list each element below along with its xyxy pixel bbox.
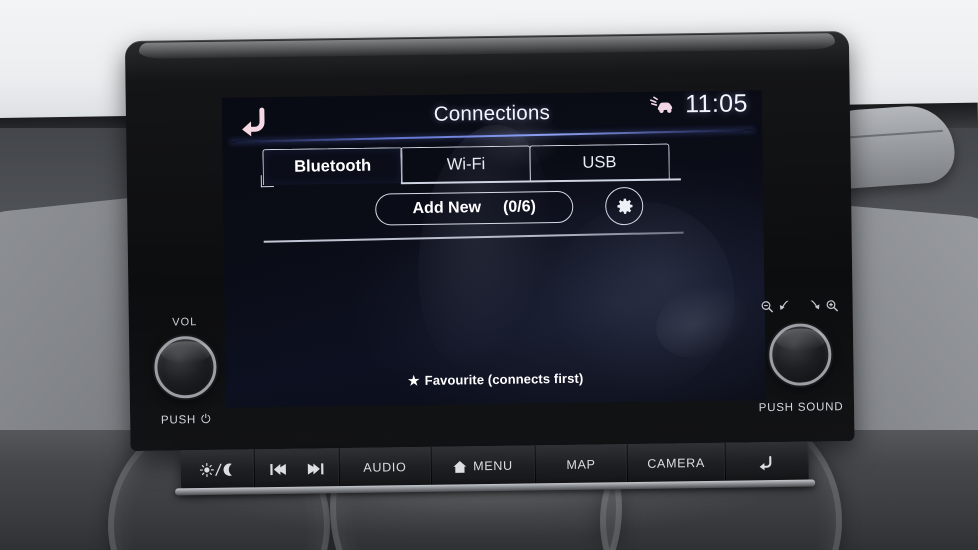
volume-knob-group: VOL PUSH ⏻ — [147, 316, 225, 437]
next-track-icon — [307, 462, 324, 475]
audio-button[interactable]: AUDIO — [339, 446, 432, 489]
clock: 11:05 — [684, 90, 749, 119]
gear-icon[interactable] — [604, 186, 644, 226]
volume-push-label: PUSH ⏻ — [148, 412, 224, 428]
camera-button-label: CAMERA — [647, 456, 706, 471]
push-label: PUSH — [160, 413, 197, 427]
tab-bluetooth[interactable]: Bluetooth — [262, 147, 403, 186]
infotainment-head-unit: Connections 11:05 Bluetooth Wi-Fi USB Ad… — [124, 30, 855, 496]
map-button[interactable]: MAP — [535, 444, 628, 486]
sound-push-label: PUSH SOUND — [758, 401, 844, 415]
add-new-label: Add New — [412, 199, 482, 218]
status-bar: Connections 11:05 — [222, 90, 763, 144]
tab-wifi-label: Wi-Fi — [446, 155, 486, 174]
favourite-legend-text: Favourite (connects first) — [424, 370, 584, 388]
paired-device-count: (0/6) — [502, 198, 537, 216]
volume-knob[interactable] — [154, 335, 217, 399]
audio-button-label: AUDIO — [363, 460, 407, 475]
brightness-day-night-button[interactable] — [180, 449, 256, 491]
sound-knob[interactable] — [768, 323, 832, 387]
map-zoom-indicators — [761, 299, 839, 313]
add-new-button[interactable]: Add New (0/6) — [375, 190, 574, 226]
menu-button[interactable]: MENU — [431, 445, 536, 487]
home-icon — [453, 460, 467, 473]
sound-knob-group: PUSH SOUND — [759, 299, 843, 428]
previous-track-icon — [270, 463, 286, 475]
car-dashboard-scene: Connections 11:05 Bluetooth Wi-Fi USB Ad… — [0, 0, 978, 550]
infotainment-screen[interactable]: Connections 11:05 Bluetooth Wi-Fi USB Ad… — [221, 90, 766, 408]
zoom-in-icon — [826, 299, 839, 312]
rotation-arrows-icon — [776, 299, 824, 313]
tab-wifi[interactable]: Wi-Fi — [400, 145, 532, 184]
volume-knob-label: VOL — [172, 316, 198, 329]
camera-button[interactable]: CAMERA — [627, 442, 726, 485]
title-separator — [230, 129, 755, 143]
star-icon: ★ — [407, 372, 420, 389]
back-arrow-icon — [760, 455, 772, 470]
tab-usb[interactable]: USB — [529, 143, 670, 182]
paired-device-list[interactable] — [264, 241, 726, 377]
active-tab-foot — [260, 175, 274, 188]
car-with-motion-lines-icon — [650, 95, 676, 115]
power-icon: ⏻ — [200, 411, 212, 427]
back-button[interactable] — [725, 441, 810, 483]
map-button-label: MAP — [566, 457, 596, 472]
zoom-out-icon — [761, 300, 774, 313]
tab-bluetooth-label: Bluetooth — [294, 156, 372, 176]
menu-button-label: MENU — [473, 458, 513, 474]
knob-highlight — [775, 328, 827, 352]
track-skip-buttons[interactable] — [254, 448, 340, 490]
bluetooth-action-row: Add New (0/6) — [263, 186, 724, 233]
status-indicators: 11:05 — [650, 90, 749, 119]
tab-usb-label: USB — [582, 153, 617, 172]
device-list-divider — [263, 231, 684, 243]
knob-highlight — [161, 340, 212, 364]
